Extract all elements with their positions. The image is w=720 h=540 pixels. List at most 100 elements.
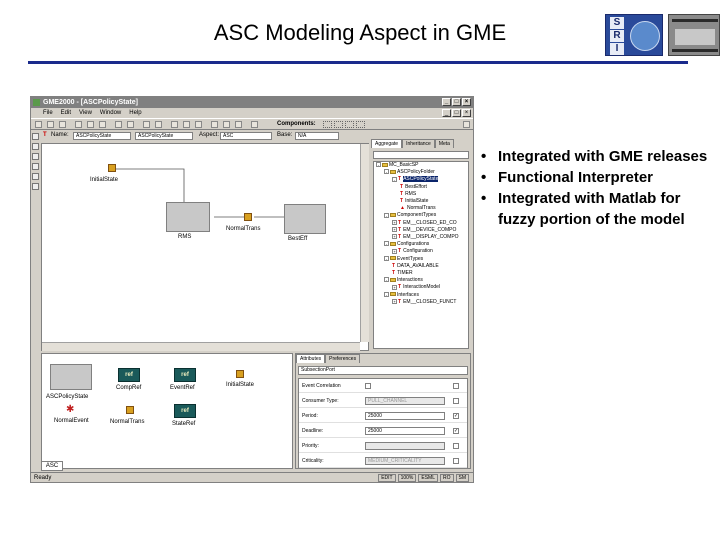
part-state-ref[interactable]: ref (174, 404, 196, 418)
expand-icon[interactable]: + (392, 248, 397, 254)
initial-state-node[interactable] (108, 164, 116, 172)
check-icon[interactable] (35, 121, 42, 128)
pointer-icon[interactable] (171, 121, 178, 128)
close-button[interactable]: × (462, 98, 471, 106)
name-field[interactable]: ASCPolicyState (73, 132, 131, 140)
zoom-mode-icon[interactable] (32, 173, 39, 180)
close-pane-icon[interactable] (463, 121, 470, 128)
best-eff-node[interactable] (284, 204, 326, 234)
normal-trans-node[interactable] (244, 213, 252, 221)
canvas-horizontal-scrollbar[interactable] (42, 342, 360, 351)
tree-item[interactable]: T RMS (374, 191, 468, 198)
attribute-default-checkbox[interactable] (453, 383, 459, 389)
object-name-field[interactable]: SubsectionPort (298, 366, 468, 375)
mdi-minimize-button[interactable]: _ (442, 109, 451, 117)
tree-item[interactable]: T BestEffort (374, 184, 468, 191)
attribute-default-checkbox[interactable]: ✓ (453, 428, 459, 434)
tree-item[interactable]: - Interfaces (374, 292, 468, 299)
collapse-icon[interactable]: - (384, 241, 389, 247)
connect-mode-icon[interactable] (32, 143, 39, 150)
component-icon[interactable] (323, 121, 332, 128)
tree-item[interactable]: - MC_BasicSP (374, 162, 468, 169)
menu-view[interactable]: View (79, 108, 92, 118)
component-icon[interactable] (334, 121, 343, 128)
tree-item[interactable]: T InitialState (374, 198, 468, 205)
grid-icon[interactable] (143, 121, 150, 128)
menu-help[interactable]: Help (129, 108, 141, 118)
disconnect-icon[interactable] (195, 121, 202, 128)
undo-icon[interactable] (115, 121, 122, 128)
menu-window[interactable]: Window (100, 108, 121, 118)
visualize-mode-icon[interactable] (32, 183, 39, 190)
set-mode-icon[interactable] (32, 163, 39, 170)
tree-item[interactable]: - Configurations (374, 241, 468, 248)
attribute-default-checkbox[interactable]: ✓ (453, 413, 459, 419)
zoom-icon[interactable] (155, 121, 162, 128)
menu-file[interactable]: File (43, 108, 53, 118)
minimize-button[interactable]: _ (442, 98, 451, 106)
attribute-input[interactable]: 25000 (365, 427, 445, 435)
tree-item[interactable]: - EventTypes (374, 256, 468, 263)
tree-item[interactable]: - ASCPolicyFolder (374, 169, 468, 176)
tree-item[interactable]: ▲ NormalTrans (374, 205, 468, 212)
aspect-tab-asc[interactable]: ASC (41, 461, 63, 471)
tab-attributes[interactable]: Attributes (296, 354, 326, 363)
tree-item[interactable]: - ComponentTypes (374, 212, 468, 219)
tree-item[interactable]: + T EM__CLOSED_FUNCT (374, 299, 468, 306)
mdi-close-button[interactable]: × (462, 109, 471, 117)
tab-aggregate[interactable]: Aggregate (371, 139, 403, 148)
attribute-input[interactable]: 25000 (365, 412, 445, 420)
tree-item[interactable]: T DATA_AVAILABLE (374, 263, 468, 270)
collapse-icon[interactable]: - (384, 212, 389, 218)
maximize-button[interactable]: □ (452, 98, 461, 106)
save-icon[interactable] (59, 121, 66, 128)
menu-edit[interactable]: Edit (61, 108, 71, 118)
part-asc-policy-state[interactable] (50, 364, 92, 390)
rms-node[interactable] (166, 202, 210, 232)
zoom-out-icon[interactable] (235, 121, 242, 128)
cut-icon[interactable] (75, 121, 82, 128)
help-icon[interactable] (251, 121, 258, 128)
print-icon[interactable] (127, 121, 134, 128)
tree-item[interactable]: + T EM__DISPLAY_COMPO (374, 234, 468, 241)
tree-item[interactable]: + T InteractionModel (374, 284, 468, 291)
collapse-icon[interactable]: - (384, 277, 389, 283)
attribute-default-checkbox[interactable] (453, 458, 459, 464)
part-event-ref[interactable]: ref (174, 368, 196, 382)
browser-tree[interactable]: - MC_BasicSP - ASCPolicyFolder - T ASCPolicySt… (373, 161, 469, 349)
tree-item[interactable]: - T ASCPolicyState (374, 176, 468, 183)
expand-icon[interactable]: + (392, 284, 397, 290)
collapse-icon[interactable]: - (376, 162, 381, 168)
tree-item[interactable]: + T Configuration (374, 248, 468, 255)
tab-meta[interactable]: Meta (434, 139, 454, 148)
part-comp-ref[interactable]: ref (118, 368, 140, 382)
collapse-icon[interactable]: - (384, 255, 389, 261)
window-titlebar[interactable]: GME2000 - [ASCPolicyState] _ □ × (31, 97, 473, 108)
expand-icon[interactable]: + (392, 219, 397, 225)
canvas-vertical-scrollbar[interactable] (360, 144, 369, 342)
component-icon[interactable] (356, 121, 365, 128)
tab-inheritance[interactable]: Inheritance (402, 139, 435, 148)
part-normal-trans[interactable] (126, 406, 134, 414)
expand-icon[interactable]: + (392, 299, 397, 305)
attribute-default-checkbox[interactable] (453, 443, 459, 449)
part-normal-event-icon[interactable]: ✱ (66, 404, 74, 415)
attribute-checkbox[interactable] (365, 383, 371, 389)
collapse-icon[interactable]: - (392, 176, 397, 182)
paste-icon[interactable] (99, 121, 106, 128)
collapse-icon[interactable]: - (384, 169, 389, 175)
tree-item[interactable]: + T EM__DEVICE_COMPO (374, 227, 468, 234)
zoom-in-icon[interactable] (223, 121, 230, 128)
browser-filter-select[interactable] (373, 151, 469, 159)
aspect-select[interactable]: ASC (220, 132, 272, 140)
disconnect-mode-icon[interactable] (32, 153, 39, 160)
component-icon[interactable] (345, 121, 354, 128)
model-canvas[interactable]: InitialState RMS NormalTrans BestEff (41, 143, 369, 351)
collapse-icon[interactable]: - (384, 291, 389, 297)
new-icon[interactable] (47, 121, 54, 128)
tree-item[interactable]: T TIMER (374, 270, 468, 277)
mdi-restore-button[interactable]: □ (452, 109, 461, 117)
copy-icon[interactable] (87, 121, 94, 128)
expand-icon[interactable]: + (392, 234, 397, 240)
set-icon[interactable] (211, 121, 218, 128)
